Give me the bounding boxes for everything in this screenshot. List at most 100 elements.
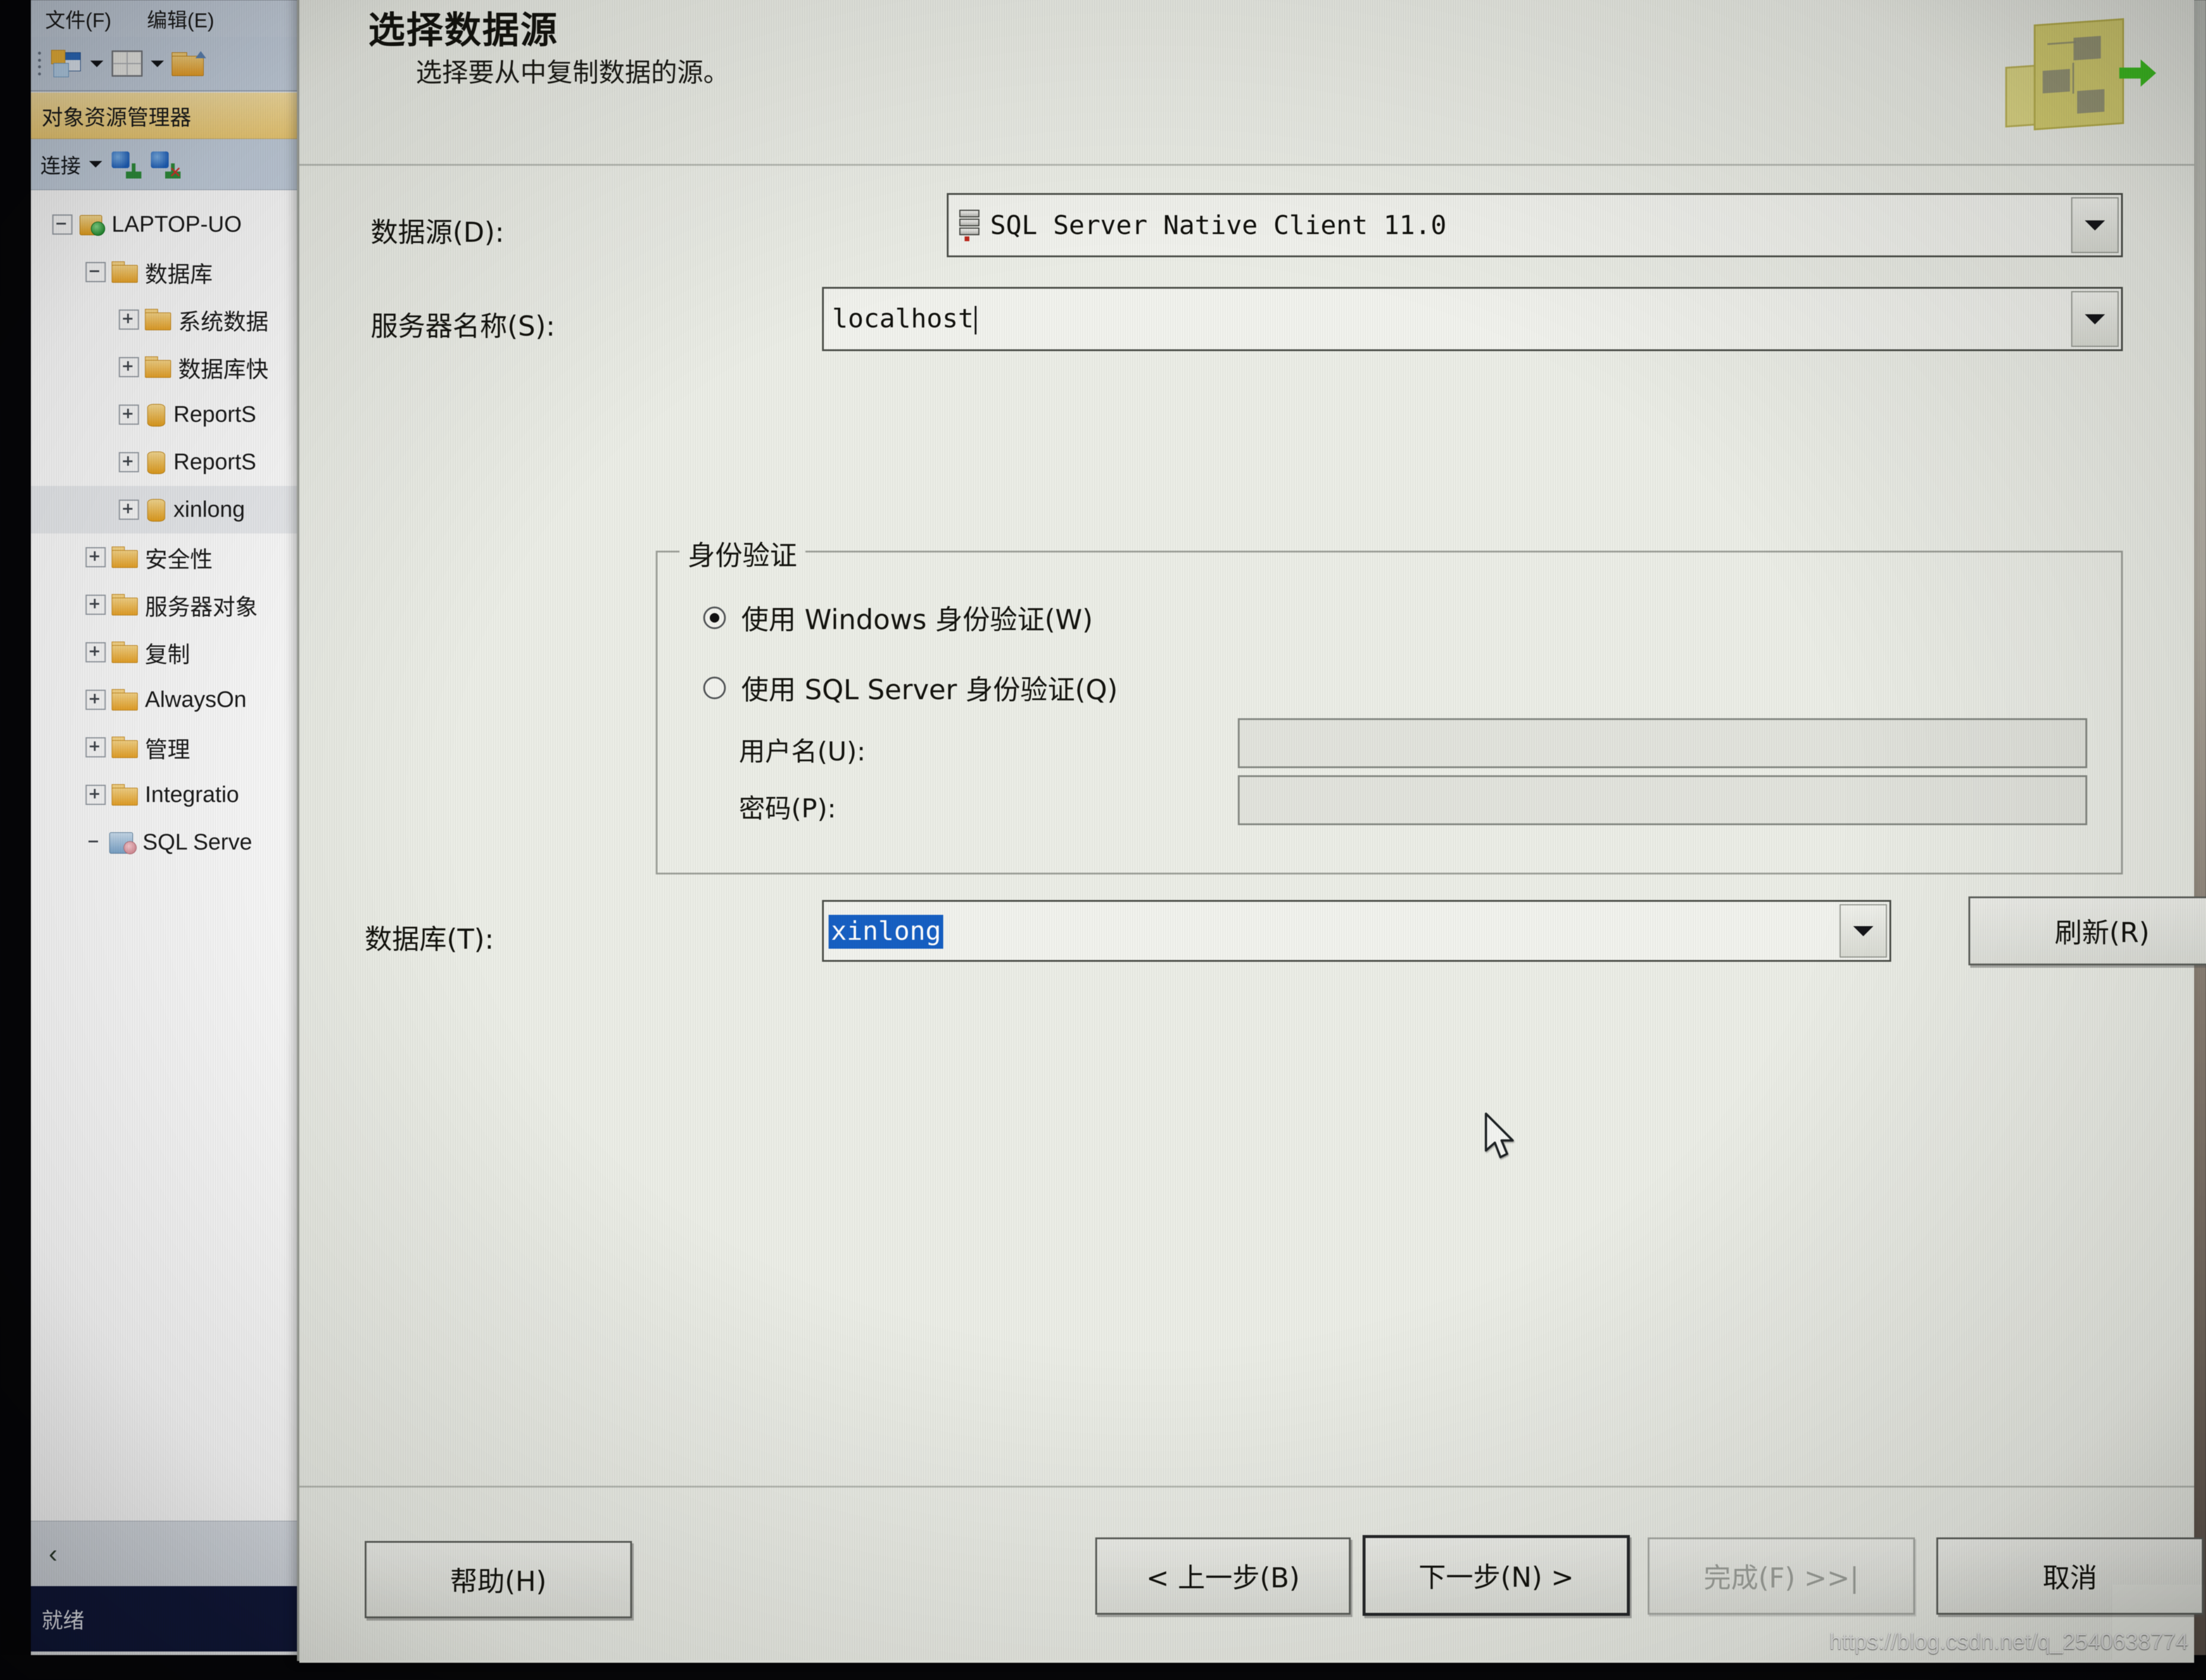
expand-icon[interactable] — [86, 547, 106, 567]
collapse-icon[interactable] — [52, 214, 72, 235]
open-file-button[interactable] — [169, 46, 207, 81]
database-value: xinlong — [829, 915, 943, 949]
tree-node[interactable]: ReportS — [31, 391, 340, 438]
expand-icon[interactable] — [119, 500, 139, 520]
object-explorer-toolbar: 连接 ✕ — [31, 139, 340, 190]
database-combobox[interactable]: xinlong — [822, 900, 1891, 962]
toolbar-grip[interactable] — [38, 50, 43, 77]
folder-icon — [112, 737, 138, 758]
database-label: 数据库(T): — [365, 918, 494, 957]
tree-node-label: 数据库快 — [178, 351, 268, 384]
tree-node[interactable]: 数据库快 — [31, 343, 340, 391]
data-source-dropdown-button[interactable] — [2071, 197, 2119, 253]
tree-node-label: 系统数据 — [178, 304, 268, 336]
help-button[interactable]: 帮助(H) — [365, 1541, 632, 1618]
status-bar: 就绪 — [31, 1586, 340, 1651]
server-name-combobox[interactable]: localhost — [822, 287, 2123, 351]
page-subtitle: 选择要从中复制数据的源。 — [416, 51, 729, 89]
expand-icon[interactable] — [86, 595, 106, 615]
tree-node[interactable]: ReportS — [31, 438, 340, 486]
new-table-icon — [112, 50, 143, 77]
tree-node-label: 数据库 — [145, 256, 213, 289]
tree-node[interactable]: 管理 — [31, 724, 340, 771]
folder-icon — [145, 309, 171, 330]
tree-node-label: 服务器对象 — [145, 589, 258, 621]
next-button[interactable]: 下一步(N) > — [1363, 1535, 1630, 1616]
database-icon — [145, 450, 166, 474]
tree-node-label: Integratio — [145, 782, 239, 808]
new-table-button[interactable] — [108, 46, 146, 81]
menu-bar: 文件(F) 编辑(E) — [31, 0, 340, 37]
disconnect-object-explorer-icon[interactable]: ✕ — [150, 150, 181, 179]
folder-icon — [112, 594, 138, 615]
folder-icon — [145, 356, 171, 378]
new-table-dropdown-button[interactable] — [151, 49, 164, 78]
data-source-combobox[interactable]: SQL Server Native Client 11.0 — [947, 193, 2123, 257]
tree-node[interactable]: xinlong — [31, 486, 340, 533]
expand-icon[interactable] — [86, 642, 106, 662]
connect-menu-button[interactable]: 连接 — [40, 150, 81, 179]
status-bar-text: 就绪 — [42, 1603, 84, 1634]
menu-item-edit[interactable]: 编辑(E) — [147, 4, 214, 33]
expand-icon[interactable] — [86, 690, 106, 710]
page-title: 选择数据源 — [368, 0, 558, 53]
data-provider-icon — [959, 210, 979, 241]
expand-icon[interactable] — [86, 785, 106, 805]
expand-icon[interactable] — [119, 405, 139, 425]
sql-auth-radio-row[interactable]: 使用 SQL Server 身份验证(Q) — [703, 668, 1118, 708]
sql-auth-radio[interactable] — [703, 677, 726, 699]
server-name-dropdown-button[interactable] — [2071, 291, 2119, 347]
tree-node[interactable]: AlwaysOn — [31, 676, 340, 724]
server-name-value: localhost — [832, 304, 974, 334]
watermark-text: https://blog.csdn.net/q_2540638774 — [1829, 1630, 2188, 1655]
tree-node-label: 安全性 — [145, 541, 213, 574]
expand-icon[interactable] — [119, 310, 139, 330]
tree-node-label: SQL Serve — [143, 830, 252, 855]
password-input[interactable] — [1238, 775, 2087, 825]
tree-node-label: ReportS — [173, 402, 256, 428]
refresh-button[interactable]: 刷新(R) — [1968, 896, 2206, 965]
chevron-down-icon — [151, 61, 164, 67]
collapse-panel-icon[interactable]: ‹ — [49, 1541, 58, 1567]
username-input[interactable] — [1238, 718, 2087, 768]
tree-node[interactable]: Integratio — [31, 771, 340, 819]
connect-object-explorer-icon[interactable] — [110, 150, 141, 179]
cancel-button[interactable]: 取消 — [1936, 1537, 2204, 1615]
tree-node[interactable]: SQL Serve — [31, 819, 340, 866]
back-button[interactable]: < 上一步(B) — [1095, 1537, 1351, 1615]
dialog-body: 数据源(D): SQL Server Native Client 11.0 服务… — [299, 166, 2194, 1486]
windows-auth-radio-row[interactable]: 使用 Windows 身份验证(W) — [703, 598, 1093, 637]
open-file-icon — [172, 51, 204, 76]
database-dropdown-button[interactable] — [1840, 904, 1887, 958]
collapse-icon[interactable] — [86, 262, 106, 282]
database-icon — [145, 498, 166, 522]
tree-node[interactable]: 数据库 — [31, 248, 340, 296]
tree-spacer — [86, 833, 103, 851]
tree-node[interactable]: LAPTOP-UO — [31, 201, 340, 248]
authentication-group-label: 身份验证 — [680, 534, 805, 573]
tree-node-label: 管理 — [145, 731, 190, 764]
windows-auth-radio[interactable] — [703, 607, 726, 629]
windows-auth-label: 使用 Windows 身份验证(W) — [741, 598, 1093, 637]
expand-icon[interactable] — [119, 452, 139, 472]
tree-node[interactable]: 系统数据 — [31, 296, 340, 343]
tree-node[interactable]: 服务器对象 — [31, 581, 340, 629]
new-query-dropdown-button[interactable] — [90, 49, 103, 78]
menu-item-file[interactable]: 文件(F) — [45, 4, 111, 33]
new-query-button[interactable] — [48, 46, 86, 81]
text-caret — [975, 306, 976, 334]
tree-node-label: ReportS — [173, 450, 256, 475]
object-explorer-tree[interactable]: LAPTOP-UO 数据库系统数据数据库快 ReportS ReportS xinlon… — [31, 190, 340, 1521]
expand-icon[interactable] — [86, 737, 106, 757]
dialog-header: 选择数据源 选择要从中复制数据的源。 — [299, 0, 2194, 166]
tree-node-label: AlwaysOn — [145, 687, 246, 713]
chevron-down-icon — [2085, 220, 2105, 230]
chevron-down-icon[interactable] — [89, 161, 102, 168]
import-export-wizard-dialog: 选择数据源 选择要从中复制数据的源。 数据源(D): SQL Server Na… — [297, 0, 2194, 1661]
tree-node[interactable]: 安全性 — [31, 533, 340, 581]
object-explorer-title: 对象资源管理器 — [42, 100, 191, 131]
main-toolbar — [31, 37, 340, 91]
expand-icon[interactable] — [119, 357, 139, 377]
chevron-down-icon — [1853, 926, 1873, 936]
tree-node[interactable]: 复制 — [31, 629, 340, 676]
